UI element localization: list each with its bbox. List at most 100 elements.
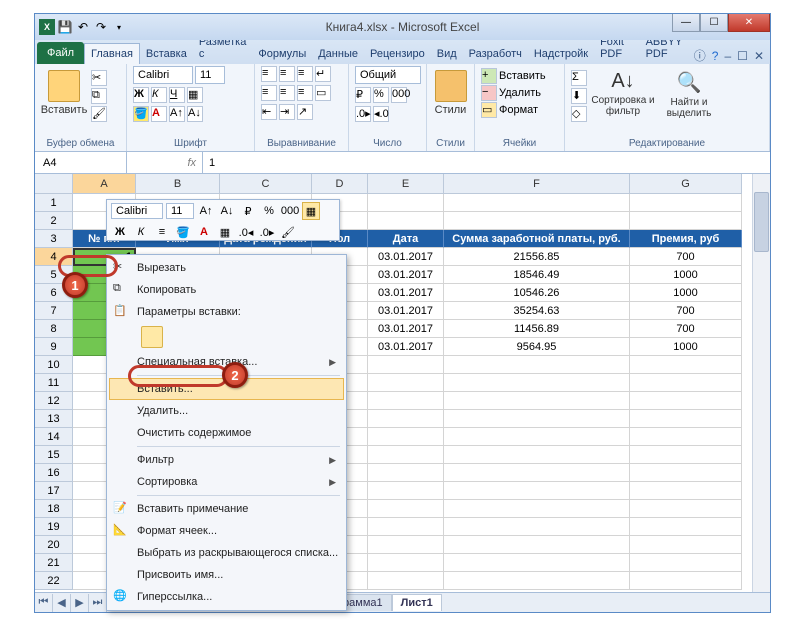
orientation-icon[interactable]: ↗ [297, 104, 313, 120]
redo-icon[interactable]: ↷ [93, 19, 109, 35]
select-all-corner[interactable] [35, 174, 73, 194]
cm-format-cells[interactable]: 📐Формат ячеек... [109, 520, 344, 542]
number-format-combo[interactable]: Общий [355, 66, 421, 84]
cm-paste-option-values[interactable] [109, 323, 344, 351]
mini-fill-icon[interactable]: 🪣 [174, 223, 192, 241]
sheet-nav-last[interactable]: ⏭ [89, 594, 107, 612]
paste-button[interactable]: Вставить [41, 66, 87, 116]
underline-icon[interactable]: Ч [169, 87, 185, 103]
tab-home[interactable]: Главная [84, 43, 140, 64]
doc-close-icon[interactable]: ✕ [754, 49, 764, 63]
row-header[interactable]: 12 [35, 392, 73, 410]
autosum-icon[interactable]: Σ [571, 70, 587, 86]
name-box[interactable]: A4 [35, 152, 127, 173]
help-icon[interactable]: ? [712, 49, 719, 63]
find-select-button[interactable]: 🔍Найти и выделить [659, 66, 719, 119]
row-header[interactable]: 4 [35, 248, 73, 266]
row-header[interactable]: 22 [35, 572, 73, 590]
col-header-f[interactable]: F [444, 174, 630, 194]
row-header[interactable]: 20 [35, 536, 73, 554]
tab-addins[interactable]: Надстройк [528, 44, 594, 64]
cm-copy[interactable]: ⧉Копировать [109, 279, 344, 301]
sheet-nav-prev[interactable]: ◀ [53, 594, 71, 612]
row-header[interactable]: 9 [35, 338, 73, 356]
grow-font-icon[interactable]: A↑ [169, 106, 185, 122]
align-top-icon[interactable]: ≡ [261, 66, 277, 82]
cm-delete[interactable]: Удалить... [109, 400, 344, 422]
styles-button[interactable]: Стили [433, 66, 468, 116]
row-header[interactable]: 13 [35, 410, 73, 428]
table-header[interactable]: Премия, руб [630, 230, 742, 248]
inc-decimal-icon[interactable]: .0▸ [355, 106, 371, 122]
copy-icon[interactable]: ⧉ [91, 88, 107, 104]
formula-input[interactable]: 1 [203, 157, 770, 169]
sheet-tab[interactable]: Лист1 [392, 594, 442, 611]
row-header[interactable]: 10 [35, 356, 73, 374]
tab-formulas[interactable]: Формулы [252, 44, 312, 64]
shrink-font-icon[interactable]: A↓ [187, 106, 203, 122]
mini-font-color-icon[interactable]: А [195, 223, 213, 241]
vertical-scrollbar[interactable] [752, 174, 770, 594]
mini-inc-icon[interactable]: .0▸ [258, 223, 276, 241]
fill-icon[interactable]: ⬇ [571, 88, 587, 104]
sheet-nav-next[interactable]: ▶ [71, 594, 89, 612]
row-header[interactable]: 15 [35, 446, 73, 464]
tab-view[interactable]: Вид [431, 44, 463, 64]
wrap-icon[interactable]: ↵ [315, 66, 331, 82]
bold-icon[interactable]: Ж [133, 87, 149, 103]
mini-border-icon[interactable]: ▦ [216, 223, 234, 241]
col-header-a[interactable]: A [73, 174, 136, 194]
align-bot-icon[interactable]: ≡ [297, 66, 313, 82]
indent-inc-icon[interactable]: ⇥ [279, 104, 295, 120]
comma-icon[interactable]: 000 [391, 87, 407, 103]
mini-italic-icon[interactable]: К [132, 223, 150, 241]
row-header[interactable]: 14 [35, 428, 73, 446]
col-header-b[interactable]: B [136, 174, 220, 194]
cm-dropdown-list[interactable]: Выбрать из раскрывающегося списка... [109, 542, 344, 564]
tab-insert[interactable]: Вставка [140, 44, 193, 64]
cm-filter[interactable]: Фильтр▶ [109, 449, 344, 471]
row-header[interactable]: 7 [35, 302, 73, 320]
mini-size-combo[interactable]: 11 [166, 203, 194, 219]
doc-restore-icon[interactable]: ☐ [737, 49, 748, 63]
mini-font-combo[interactable]: Calibri [111, 203, 163, 219]
mini-currency-icon[interactable]: ₽ [239, 202, 257, 220]
cells-delete-button[interactable]: −Удалить [481, 85, 541, 101]
doc-min-icon[interactable]: – [724, 49, 731, 63]
clear-icon[interactable]: ◇ [571, 106, 587, 122]
mini-painter-icon[interactable]: 🖌 [279, 223, 297, 241]
align-right-icon[interactable]: ≡ [297, 85, 313, 101]
row-header[interactable]: 2 [35, 212, 73, 230]
row-header[interactable]: 18 [35, 500, 73, 518]
ribbon-minimize-icon[interactable]: ⓘ [694, 47, 706, 64]
qat-dropdown-icon[interactable]: ▾ [111, 19, 127, 35]
dec-decimal-icon[interactable]: ◂.0 [373, 106, 389, 122]
tab-developer[interactable]: Разработч [463, 44, 528, 64]
row-header[interactable]: 16 [35, 464, 73, 482]
maximize-button[interactable]: ☐ [700, 14, 728, 32]
align-left-icon[interactable]: ≡ [261, 85, 277, 101]
italic-icon[interactable]: К [151, 87, 167, 103]
col-header-c[interactable]: C [220, 174, 312, 194]
font-color-icon[interactable]: А [151, 106, 167, 122]
row-header[interactable]: 17 [35, 482, 73, 500]
close-button[interactable]: ✕ [728, 14, 770, 32]
row-header[interactable]: 19 [35, 518, 73, 536]
minimize-button[interactable]: — [672, 14, 700, 32]
align-center-icon[interactable]: ≡ [279, 85, 295, 101]
font-name-combo[interactable]: Calibri [133, 66, 193, 84]
mini-bold-icon[interactable]: Ж [111, 223, 129, 241]
fx-icon[interactable]: fx [187, 157, 196, 169]
row-header[interactable]: 8 [35, 320, 73, 338]
column-headers[interactable]: A B C D E F G [73, 174, 752, 194]
mini-grow-icon[interactable]: A↑ [197, 202, 215, 220]
merge-icon[interactable]: ▭ [315, 85, 331, 101]
sort-filter-button[interactable]: A↓Сортировка и фильтр [591, 66, 655, 117]
cm-comment[interactable]: 📝Вставить примечание [109, 498, 344, 520]
cells-format-button[interactable]: ▭Формат [481, 102, 538, 118]
cm-cut[interactable]: ✂Вырезать [109, 257, 344, 279]
scrollbar-thumb[interactable] [754, 192, 769, 252]
row-header[interactable]: 21 [35, 554, 73, 572]
cut-icon[interactable]: ✂ [91, 70, 107, 86]
undo-icon[interactable]: ↶ [75, 19, 91, 35]
